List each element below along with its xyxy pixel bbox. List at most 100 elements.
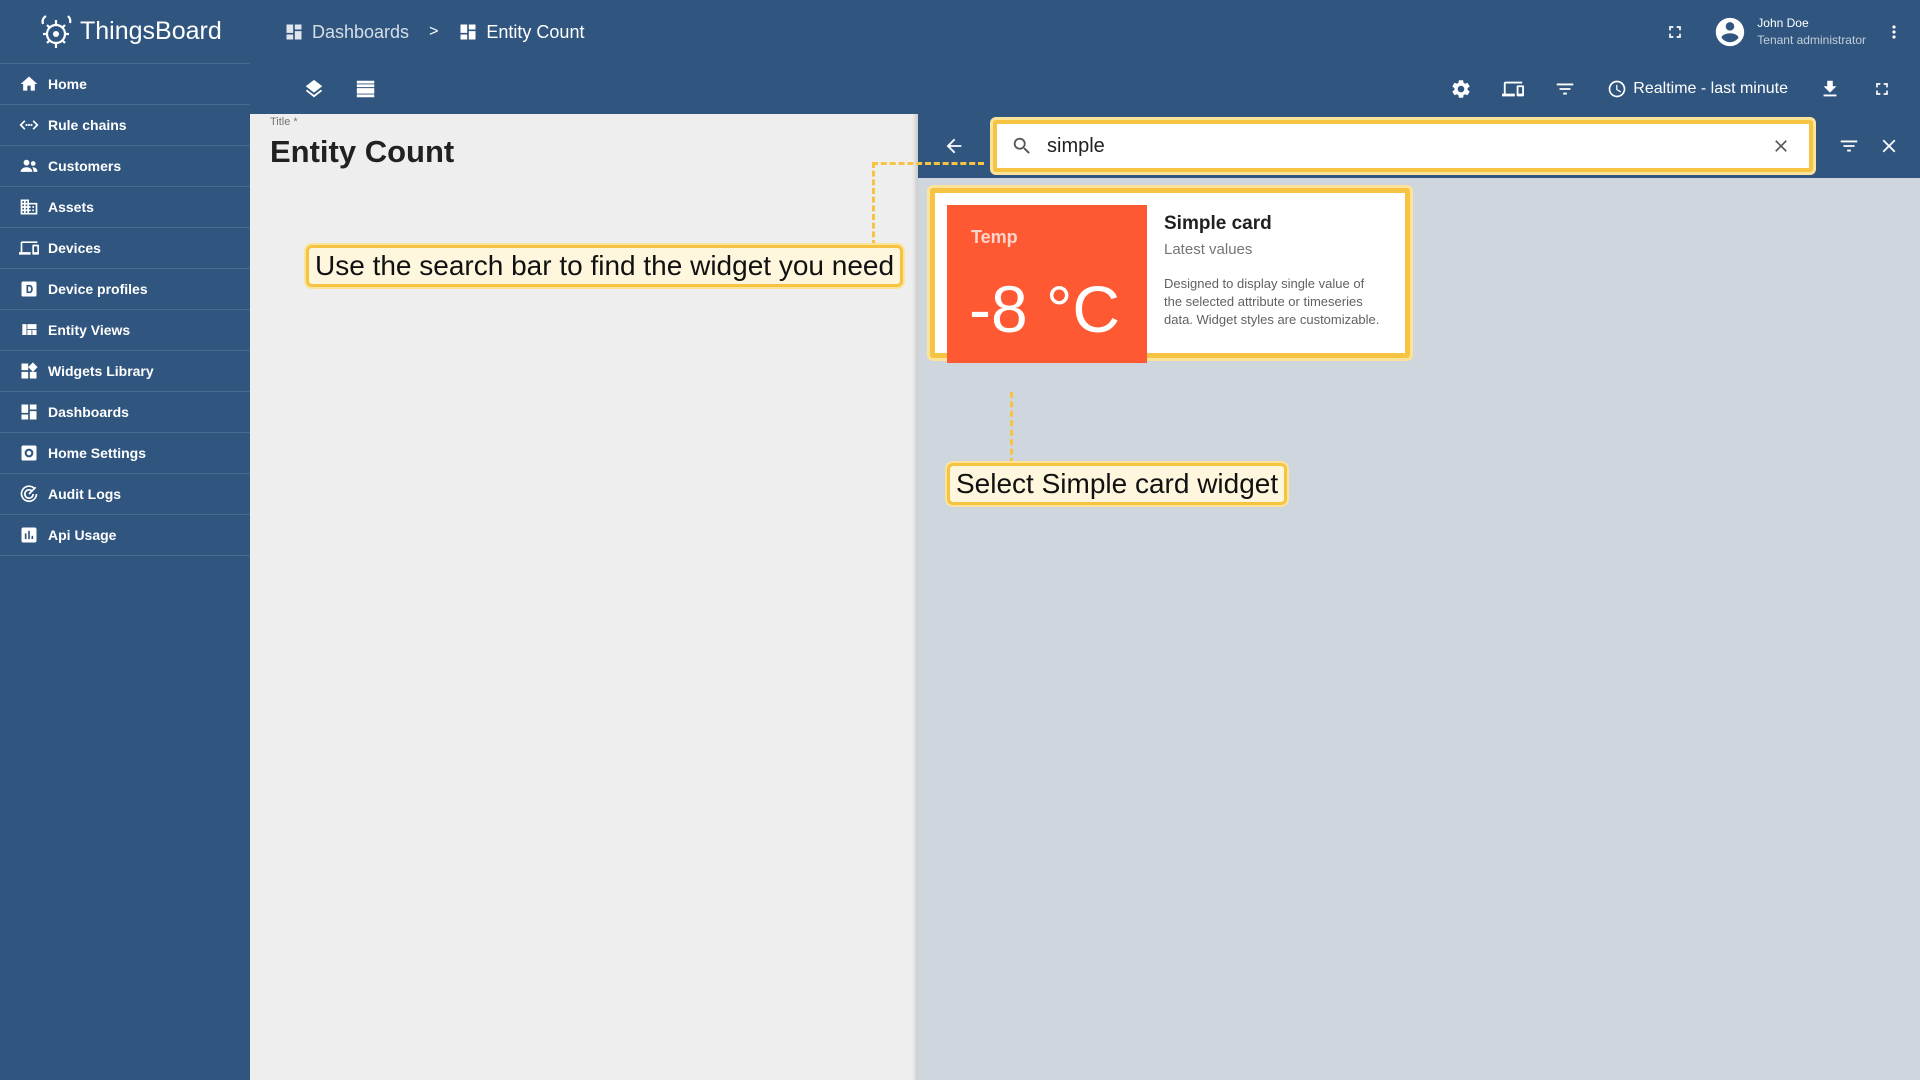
callout-connector (872, 162, 984, 165)
sidebar-item-entity-views[interactable]: Entity Views (0, 310, 250, 351)
title-field-label: Title * (270, 116, 298, 128)
user-role: Tenant administrator (1757, 33, 1866, 47)
callout-connector (872, 162, 875, 246)
sidebar-item-rule-chains[interactable]: Rule chains (0, 105, 250, 146)
dashboard-icon (18, 401, 40, 423)
preview-value: -8 °C (969, 272, 1121, 346)
breadcrumb-entity-count: Entity Count (458, 22, 584, 43)
sidebar-item-api-usage[interactable]: Api Usage (0, 515, 250, 556)
fullscreen-button[interactable] (1655, 12, 1695, 52)
sidebar-item-audit-logs[interactable]: Audit Logs (0, 474, 250, 515)
timewindow-label: Realtime - last minute (1633, 80, 1788, 97)
filter-list-icon (1840, 140, 1858, 152)
filter-list-icon (1557, 83, 1574, 95)
breadcrumb-dashboards[interactable]: Dashboards (284, 22, 409, 43)
logo[interactable]: ThingsBoard (0, 0, 250, 64)
dashboard-title-field[interactable]: Entity Count (270, 134, 454, 170)
sidebar-item-label: Audit Logs (48, 486, 122, 502)
widget-search-bar (993, 120, 1813, 172)
fullscreen-icon (1876, 83, 1888, 95)
search-hint-callout: Use the search bar to find the widget yo… (306, 245, 904, 287)
sidebar-item-label: Dashboards (48, 404, 129, 420)
sidebar-item-home[interactable]: Home (0, 64, 250, 105)
sidebar-item-widgets-library[interactable]: Widgets Library (0, 351, 250, 392)
device-profile-icon (18, 278, 40, 300)
dashboard-icon (286, 24, 302, 40)
toolbar-right: Realtime - last minute (1441, 69, 1902, 109)
building-icon (18, 196, 40, 218)
devices-icon (1502, 81, 1525, 97)
header-actions: John Doe Tenant administrator (1655, 0, 1920, 64)
user-info: John Doe Tenant administrator (1757, 15, 1866, 49)
widget-panel-header (918, 114, 1920, 178)
clear-search-button[interactable] (1763, 128, 1799, 164)
sidebar-item-label: Home Settings (48, 445, 147, 461)
search-icon (1013, 137, 1030, 154)
view-day-icon (356, 80, 375, 98)
view-quilt-icon (18, 319, 40, 341)
widget-type: Latest values (1164, 241, 1253, 258)
download-icon (1823, 80, 1837, 97)
sidebar-item-label: Device profiles (48, 281, 148, 297)
dashboard-fullscreen-button[interactable] (1862, 69, 1902, 109)
user-name: John Doe (1757, 16, 1809, 30)
account-circle-icon (1716, 17, 1745, 47)
widget-filter-button[interactable] (1831, 128, 1867, 164)
clock-icon (1608, 80, 1626, 98)
sidebar-item-customers[interactable]: Customers (0, 146, 250, 187)
widget-search-input[interactable] (1047, 134, 1747, 158)
brand-name: ThingsBoard (80, 17, 222, 45)
sidebar-item-label: Customers (48, 158, 122, 174)
widget-card-simple-card[interactable]: Temp -8 °C Simple card Latest values Des… (930, 188, 1410, 363)
dashboard-icon (460, 24, 476, 40)
entity-aliases-button[interactable] (1493, 69, 1533, 109)
widget-description: Designed to display single value of the … (1164, 276, 1380, 327)
top-header: Dashboards > Entity Count John Doe Tenan… (250, 0, 1920, 64)
widget-select-panel: Temp -8 °C Simple card Latest values Des… (918, 114, 1920, 1080)
close-icon (1775, 140, 1787, 152)
layers-button[interactable] (294, 69, 334, 109)
close-panel-button[interactable] (1871, 128, 1907, 164)
more-vert-icon (1892, 25, 1896, 39)
sidebar-item-label: Assets (48, 199, 94, 215)
widgets-icon (18, 360, 40, 382)
sidebar-item-label: Widgets Library (48, 363, 154, 379)
preview-label: Temp (971, 227, 1018, 247)
more-menu-button[interactable] (1874, 12, 1914, 52)
breadcrumb-label: Dashboards (312, 21, 410, 42)
sidebar-item-assets[interactable]: Assets (0, 187, 250, 228)
settings-applications-icon (18, 442, 40, 464)
code-arrows-icon (18, 114, 40, 136)
insert-chart-icon (18, 524, 40, 546)
sidebar-item-dashboards[interactable]: Dashboards (0, 392, 250, 433)
sidebar-item-devices[interactable]: Devices (0, 228, 250, 269)
devices-icon (18, 237, 40, 259)
people-icon (18, 155, 40, 177)
widget-preview: Temp -8 °C (947, 205, 1147, 363)
sidebar-item-device-profiles[interactable]: Device profiles (0, 269, 250, 310)
track-changes-icon (18, 483, 40, 505)
back-button[interactable] (936, 128, 972, 164)
breadcrumb-separator: > (429, 23, 439, 40)
layout-button[interactable] (346, 69, 386, 109)
user-menu[interactable]: John Doe Tenant administrator (1713, 15, 1866, 49)
arrow-back-icon (946, 138, 962, 154)
sidebar-item-label: Devices (48, 240, 101, 256)
settings-button[interactable] (1441, 69, 1481, 109)
timewindow-button[interactable]: Realtime - last minute (1607, 79, 1788, 99)
thingsboard-logo-icon (41, 14, 72, 48)
sidebar-item-label: Home (48, 76, 87, 92)
dashboard-toolbar: Realtime - last minute (250, 64, 1920, 114)
export-button[interactable] (1810, 69, 1850, 109)
widget-name: Simple card (1164, 213, 1272, 234)
gear-icon (1452, 80, 1470, 98)
sidebar-item-label: Entity Views (48, 322, 131, 338)
breadcrumb-label: Entity Count (486, 21, 585, 42)
filters-button[interactable] (1545, 69, 1585, 109)
home-icon (18, 73, 40, 95)
sidebar-item-label: Api Usage (48, 527, 117, 543)
close-icon (1882, 139, 1896, 153)
layers-icon (305, 79, 323, 98)
sidebar-item-home-settings[interactable]: Home Settings (0, 433, 250, 474)
sidebar: ThingsBoard Home Rule chains Customers A… (0, 0, 250, 1080)
